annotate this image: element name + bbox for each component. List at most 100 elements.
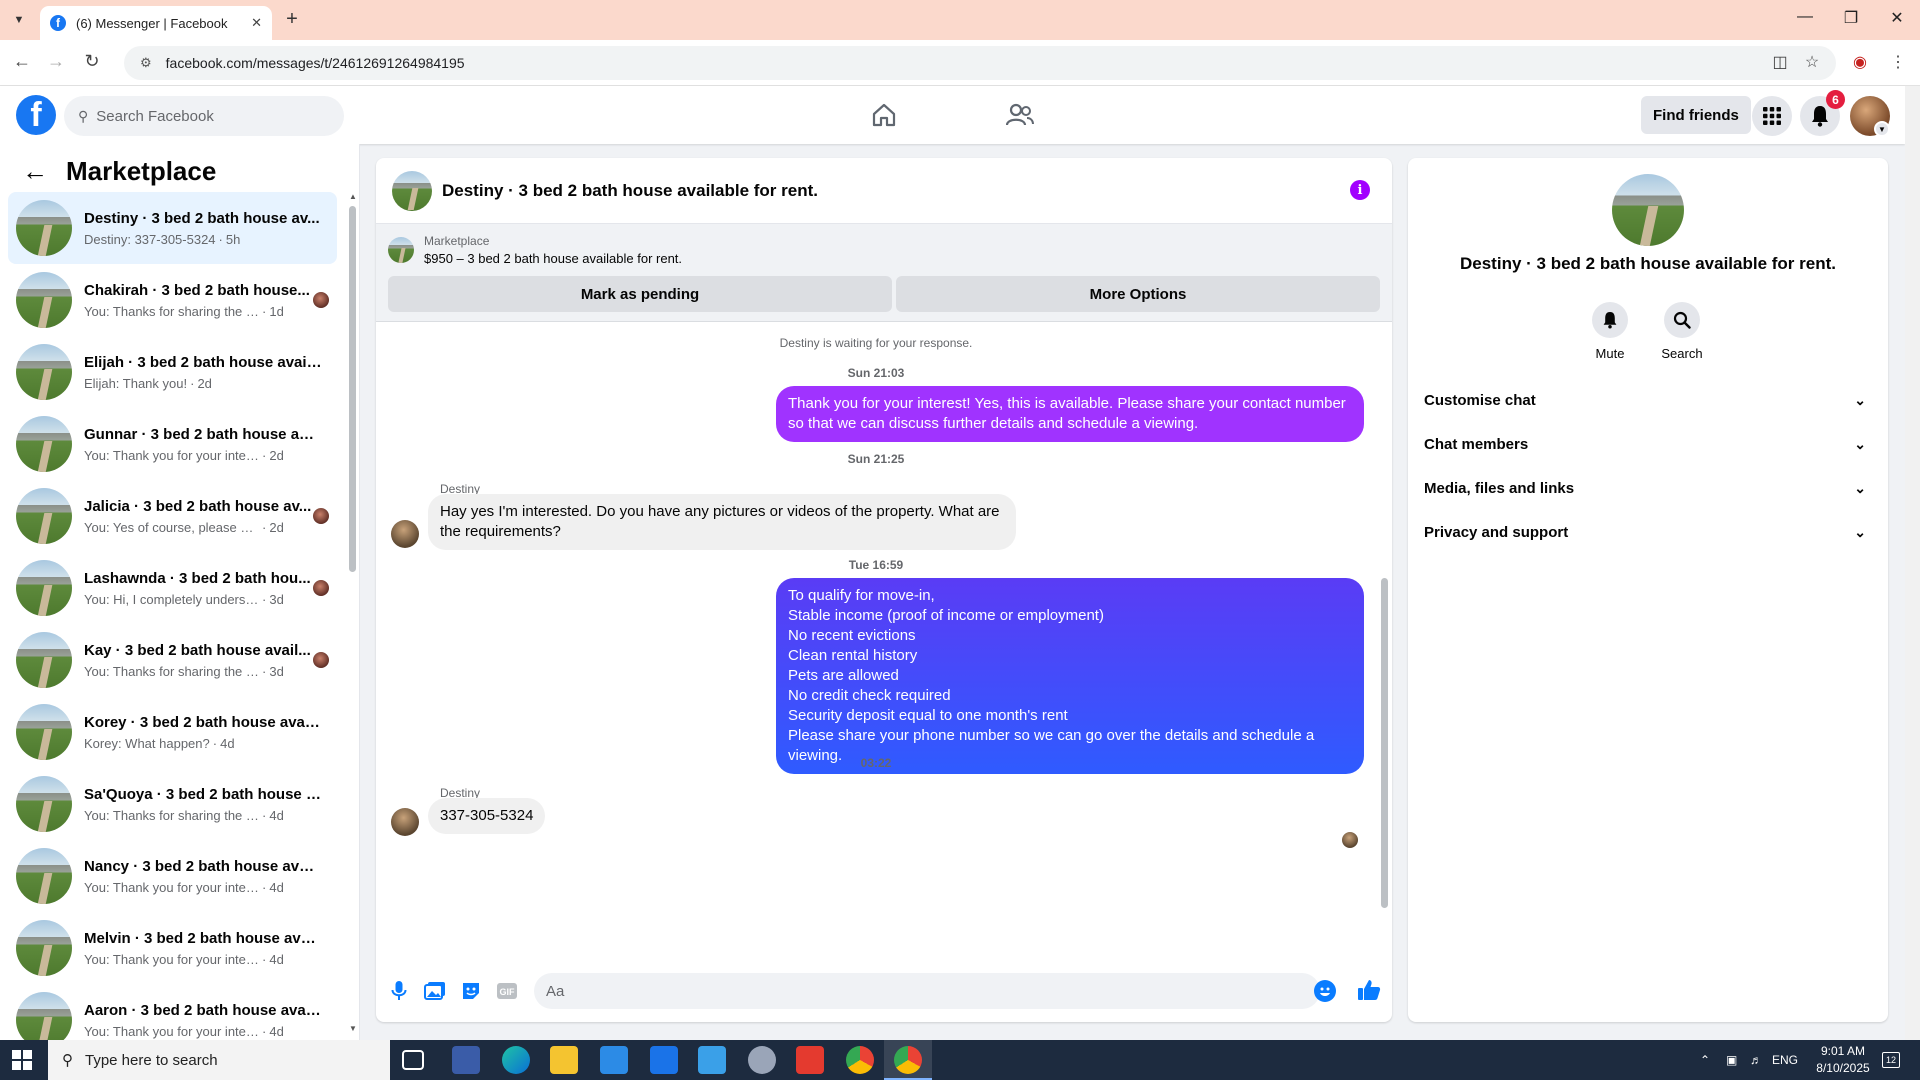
emoji-icon[interactable] xyxy=(1314,980,1336,1002)
taskbar-app-icon[interactable] xyxy=(452,1046,480,1074)
chat-avatar[interactable] xyxy=(392,170,432,211)
notification-count-badge: 6 xyxy=(1826,90,1845,109)
menu-grid-icon[interactable] xyxy=(1752,96,1792,136)
mark-as-pending-button[interactable]: Mark as pending xyxy=(388,276,892,312)
sender-avatar[interactable] xyxy=(391,808,419,836)
conversation-name: Aaron · 3 bed 2 bath house avail... xyxy=(84,1001,322,1019)
timestamp: Tue 16:59 xyxy=(848,558,904,572)
separator-dot: · xyxy=(218,231,223,247)
find-friends-button[interactable]: Find friends xyxy=(1641,96,1751,134)
conversation-avatar xyxy=(16,560,72,616)
sidebar-title: Marketplace xyxy=(66,156,217,186)
taskbar-app-icon[interactable] xyxy=(698,1046,726,1074)
photo-icon[interactable] xyxy=(422,978,448,1004)
tray-chevron-icon[interactable]: ⌃ xyxy=(1700,1040,1710,1080)
network-icon[interactable]: ▣ xyxy=(1726,1040,1737,1080)
conversation-item[interactable]: Nancy · 3 bed 2 bath house avail... You: … xyxy=(8,840,337,912)
incoming-message[interactable]: Hay yes I'm interested. Do you have any … xyxy=(428,494,1016,550)
conversation-snippet: You: Thank you for your interest! Ye... xyxy=(84,1023,259,1039)
tab-close-icon[interactable]: ✕ xyxy=(251,15,262,31)
media-files-links-section[interactable]: Media, files and links ⌄ xyxy=(1424,466,1872,510)
seen-avatar xyxy=(313,580,329,596)
sender-avatar[interactable] xyxy=(391,520,419,548)
close-window-button[interactable]: ✕ xyxy=(1882,8,1912,28)
customise-chat-section[interactable]: Customise chat ⌄ xyxy=(1424,378,1872,422)
tab-search-dropdown[interactable]: ▼ xyxy=(8,9,30,31)
file-explorer-icon[interactable] xyxy=(550,1046,578,1074)
facebook-search-input[interactable]: ⚲ Search Facebook xyxy=(64,96,344,136)
new-tab-button[interactable]: + xyxy=(280,8,304,31)
conversation-item[interactable]: Destiny · 3 bed 2 bath house av... Destin… xyxy=(8,192,337,264)
volume-icon[interactable]: ♬ xyxy=(1750,1040,1762,1080)
separator-dot: · xyxy=(262,1023,267,1039)
more-options-button[interactable]: More Options xyxy=(896,276,1380,312)
windows-start-icon[interactable] xyxy=(12,1050,32,1070)
restore-button[interactable]: ❐ xyxy=(1836,8,1866,28)
chevron-down-icon: ⌄ xyxy=(1854,391,1866,408)
search-icon: ⚲ xyxy=(62,1052,73,1069)
mail-icon[interactable] xyxy=(650,1046,678,1074)
search-conversation-button[interactable]: Search xyxy=(1652,302,1712,361)
conversation-item[interactable]: Sa'Quoya · 3 bed 2 bath house a... You: T… xyxy=(8,768,337,840)
chrome-menu-icon[interactable]: ⋮ xyxy=(1886,52,1910,72)
home-icon[interactable] xyxy=(866,99,902,131)
conversation-item[interactable]: Korey · 3 bed 2 bath house avail... Korey… xyxy=(8,696,337,768)
conversation-item[interactable]: Kay · 3 bed 2 bath house avail... You: Th… xyxy=(8,624,337,696)
edge-icon[interactable] xyxy=(502,1046,530,1074)
task-view-icon[interactable] xyxy=(402,1050,424,1070)
url-field[interactable]: ⚙ facebook.com/messages/t/24612691264984… xyxy=(124,46,1836,80)
conversation-item[interactable]: Elijah · 3 bed 2 bath house avail... Elij… xyxy=(8,336,337,408)
browser-tab[interactable]: f (6) Messenger | Facebook ✕ xyxy=(40,6,272,40)
scroll-up-icon[interactable]: ▲ xyxy=(349,192,357,201)
reload-button[interactable]: ↻ xyxy=(80,51,104,72)
chrome-icon[interactable] xyxy=(894,1046,922,1074)
conversation-item[interactable]: Gunnar · 3 bed 2 bath house ava... You: T… xyxy=(8,408,337,480)
conversation-item[interactable]: Melvin · 3 bed 2 bath house avai... You: … xyxy=(8,912,337,984)
minimize-button[interactable]: — xyxy=(1790,8,1820,26)
chrome-icon[interactable] xyxy=(846,1046,874,1074)
store-icon[interactable] xyxy=(600,1046,628,1074)
forward-button[interactable]: → xyxy=(44,51,68,72)
conversation-time: 4d xyxy=(269,807,284,823)
site-info-icon[interactable]: ⚙ xyxy=(140,55,152,71)
bookmark-star-icon[interactable]: ☆ xyxy=(1800,52,1824,72)
microphone-icon[interactable] xyxy=(386,978,412,1004)
chat-title[interactable]: Destiny · 3 bed 2 bath house available f… xyxy=(442,181,818,201)
incoming-message[interactable]: 337-305-5324 xyxy=(428,798,546,834)
thumbs-up-icon[interactable] xyxy=(1356,977,1382,1003)
taskbar-search-input[interactable]: ⚲ Type here to search xyxy=(48,1040,390,1080)
conversation-item[interactable]: Lashawnda · 3 bed 2 bath hou... You: Hi, … xyxy=(8,552,337,624)
taskbar-app-icon[interactable] xyxy=(796,1046,824,1074)
listing-row[interactable]: Marketplace $950 – 3 bed 2 bath house av… xyxy=(388,234,682,266)
facebook-logo-icon[interactable]: f xyxy=(16,95,56,135)
conversation-snippet: You: Thanks for sharing the numbe... xyxy=(84,807,259,823)
outgoing-message[interactable]: Thank you for your interest! Yes, this i… xyxy=(776,386,1364,442)
sticker-icon[interactable] xyxy=(458,978,484,1004)
friends-icon[interactable] xyxy=(1002,99,1038,131)
privacy-support-section[interactable]: Privacy and support ⌄ xyxy=(1424,510,1872,554)
conversation-item[interactable]: Jalicia · 3 bed 2 bath house av... You: Y… xyxy=(8,480,337,552)
page-scrollbar[interactable] xyxy=(1905,86,1920,1040)
install-app-icon[interactable]: ◫ xyxy=(1768,52,1792,72)
sidebar-header: ← Marketplace xyxy=(22,156,216,187)
back-arrow-icon[interactable]: ← xyxy=(22,156,48,187)
mute-button[interactable]: Mute xyxy=(1580,302,1640,361)
outgoing-message[interactable]: To qualify for move-in, Stable income (pr… xyxy=(776,578,1364,774)
info-icon[interactable]: i xyxy=(1350,180,1370,200)
scroll-down-icon[interactable]: ▼ xyxy=(349,1024,357,1033)
sidebar-scrollbar[interactable] xyxy=(349,206,356,572)
action-center-icon[interactable]: 12 xyxy=(1882,1052,1900,1068)
gif-icon[interactable]: GIF xyxy=(494,978,520,1004)
language-indicator[interactable]: ENG xyxy=(1772,1040,1798,1080)
chat-scrollbar[interactable] xyxy=(1381,578,1388,908)
back-button[interactable]: ← xyxy=(10,51,34,72)
taskbar-app-icon[interactable] xyxy=(748,1046,776,1074)
profile-icon[interactable]: ◉ xyxy=(1848,52,1872,72)
conversation-item[interactable]: Chakirah · 3 bed 2 bath house... You: Tha… xyxy=(8,264,337,336)
message-line: No credit check required xyxy=(788,687,951,704)
clock[interactable]: 9:01 AM 8/10/2025 xyxy=(1812,1043,1874,1077)
conversation-item[interactable]: Aaron · 3 bed 2 bath house avail... You: … xyxy=(8,984,337,1040)
chat-members-section[interactable]: Chat members ⌄ xyxy=(1424,422,1872,466)
chevron-down-icon[interactable]: ▼ xyxy=(1874,121,1890,137)
message-input[interactable]: Aa xyxy=(534,973,1320,1009)
